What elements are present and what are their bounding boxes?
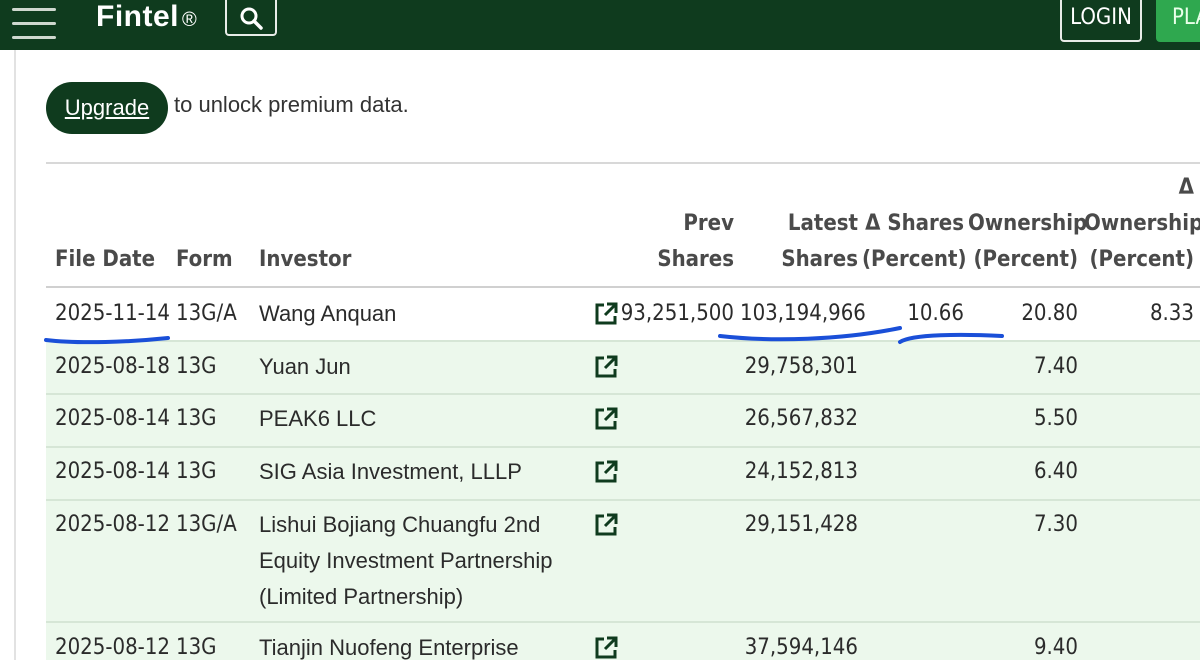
cell-latest-shares: 29,151,428 — [744, 512, 858, 537]
header-delta-shares-line2[interactable]: (Percent) — [862, 242, 967, 278]
external-link-icon[interactable] — [593, 459, 619, 485]
cell-form: 13G/A — [176, 512, 237, 537]
login-button[interactable]: LOGIN — [1060, 0, 1142, 42]
external-link-icon[interactable] — [593, 354, 619, 380]
external-link-icon[interactable] — [593, 512, 619, 538]
cell-ownership: 5.50 — [1033, 406, 1078, 431]
brand-name: Fintel — [96, 0, 179, 33]
header-ownership-line2[interactable]: (Percent) — [968, 242, 1079, 278]
cell-form: 13G — [176, 459, 217, 484]
cell-file-date: 2025-08-14 — [55, 459, 171, 484]
annotation-underline-delta-shares — [898, 332, 1004, 344]
cell-form: 13G — [176, 635, 217, 660]
annotation-underline-latest-shares — [718, 326, 902, 342]
cell-investor-line2[interactable]: Equity Investment Partnership — [259, 543, 552, 579]
cell-file-date: 2025-11-14 — [55, 301, 171, 326]
upgrade-button[interactable]: Upgrade — [46, 82, 168, 134]
cell-latest-shares: 29,758,301 — [744, 354, 858, 379]
cell-form: 13G — [176, 354, 217, 379]
header-form[interactable]: Form — [176, 242, 233, 278]
external-link-icon[interactable] — [593, 635, 619, 661]
cell-ownership: 9.40 — [1033, 635, 1078, 660]
search-icon — [240, 7, 263, 30]
cell-investor-link[interactable]: Yuan Jun — [259, 349, 351, 385]
plans-button[interactable]: PLA — [1156, 0, 1200, 42]
cell-investor-link[interactable]: PEAK6 LLC — [259, 401, 376, 437]
header-investor[interactable]: Investor — [259, 242, 351, 278]
cell-file-date: 2025-08-14 — [55, 406, 171, 431]
search-button[interactable] — [225, 0, 277, 36]
left-border — [14, 50, 16, 660]
cell-delta-ownership: 8.33 — [1149, 301, 1194, 326]
cell-form: 13G/A — [176, 301, 237, 326]
cell-investor-line3[interactable]: (Limited Partnership) — [259, 579, 463, 615]
brand-logo[interactable]: Fintel ® — [96, 0, 197, 37]
cell-ownership: 7.40 — [1033, 354, 1078, 379]
external-link-icon[interactable] — [593, 301, 619, 327]
header-ownership-line1[interactable]: Ownership — [968, 206, 1087, 242]
external-link-icon[interactable] — [593, 406, 619, 432]
cell-investor-link[interactable]: Lishui Bojiang Chuangfu 2nd — [259, 507, 540, 543]
cell-latest-shares: 37,594,146 — [744, 635, 858, 660]
header-delta-shares-line1[interactable]: Δ Shares — [862, 206, 964, 242]
cell-file-date: 2025-08-12 — [55, 512, 171, 537]
cell-investor-link[interactable]: SIG Asia Investment, LLLP — [259, 454, 522, 490]
header-delta-ownership-line1[interactable]: Ownership — [1084, 206, 1200, 242]
cell-latest-shares: 26,567,832 — [744, 406, 858, 431]
registered-mark: ® — [182, 9, 198, 31]
top-navbar: Fintel® LOGIN PLA — [0, 0, 1200, 50]
header-prev-shares-line2[interactable]: Shares — [620, 242, 734, 278]
header-latest-shares-line2[interactable]: Shares — [740, 242, 858, 278]
hamburger-menu-icon[interactable] — [12, 6, 56, 40]
header-prev-shares-line1[interactable]: Prev — [620, 206, 734, 242]
header-file-date[interactable]: File Date — [55, 242, 155, 278]
cell-file-date: 2025-08-12 — [55, 635, 171, 660]
upgrade-message: to unlock premium data. — [174, 92, 409, 117]
header-latest-shares-line1[interactable]: Latest — [740, 206, 858, 242]
cell-latest-shares: 24,152,813 — [744, 459, 858, 484]
cell-investor-link[interactable]: Wang Anquan — [259, 296, 396, 332]
cell-form: 13G — [176, 406, 217, 431]
header-delta-ownership-line0[interactable]: Δ — [1084, 170, 1194, 206]
annotation-underline-file-date — [44, 336, 170, 345]
cell-file-date: 2025-08-18 — [55, 354, 171, 379]
cell-investor-link[interactable]: Tianjin Nuofeng Enterprise — [259, 630, 519, 666]
cell-ownership: 6.40 — [1033, 459, 1078, 484]
cell-ownership: 7.30 — [1033, 512, 1078, 537]
header-delta-ownership-line2[interactable]: (Percent) — [1084, 242, 1195, 278]
